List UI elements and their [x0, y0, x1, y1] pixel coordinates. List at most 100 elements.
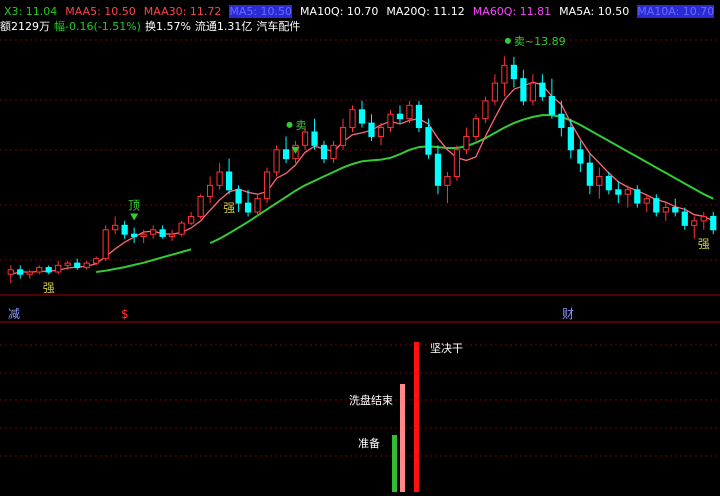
candle-body [406, 104, 413, 120]
candle-body [26, 271, 33, 275]
signal-bar-label: 准备 [358, 436, 380, 450]
candle [225, 158, 233, 195]
candle-body [548, 95, 555, 115]
candle-body [710, 215, 717, 231]
strong-label: 强 [223, 201, 235, 215]
candle-body [501, 64, 508, 84]
candle [615, 180, 622, 204]
header-value: MAA30: 11.72 [143, 5, 222, 18]
candle [311, 118, 318, 150]
candle-body [653, 198, 660, 213]
long-ma-segment [209, 114, 714, 245]
candle-body [358, 109, 366, 124]
candle [567, 118, 574, 159]
candle-body [140, 233, 147, 237]
candle-body [254, 198, 261, 213]
header-value: X3: 11.04 [4, 5, 58, 18]
sell-label: 卖~13.89 [514, 35, 566, 48]
candle-body [624, 189, 631, 195]
signal-bar-label: 坚决干 [430, 342, 463, 355]
candle [150, 225, 157, 239]
candle [510, 56, 518, 88]
candle-body [216, 171, 223, 186]
candle-body [529, 82, 536, 102]
header-value: 流通1.31亿 [194, 20, 253, 33]
candle-body [472, 118, 480, 137]
candle [501, 56, 508, 97]
signal-marker: 强 [223, 201, 235, 215]
candle [339, 118, 347, 150]
candle [282, 136, 290, 164]
candle-body [425, 127, 432, 155]
signal-marker: 顶 [128, 199, 140, 221]
candle-body [510, 64, 518, 80]
candle-body [159, 229, 166, 237]
candle [169, 229, 176, 241]
candle [662, 203, 669, 221]
header-value: MA60Q: 11.81 [472, 5, 552, 18]
candle-body [301, 131, 309, 146]
signal-bar [414, 342, 419, 492]
candle [491, 74, 499, 106]
candle-body [615, 189, 622, 195]
candle [653, 194, 660, 217]
candle [112, 216, 119, 235]
candle [463, 127, 470, 155]
candle-body [662, 207, 669, 213]
candle [387, 109, 394, 132]
candle [216, 163, 223, 190]
candle-body [225, 171, 233, 191]
candle [235, 185, 242, 212]
candle [206, 176, 214, 204]
candle [634, 185, 641, 208]
candle [7, 265, 14, 284]
candle-body [112, 224, 119, 231]
candle [17, 265, 24, 279]
candle-body [64, 262, 71, 266]
candle [102, 225, 109, 261]
candle-body [150, 229, 157, 235]
candle-body [396, 113, 404, 120]
candle [520, 69, 527, 106]
signal-markers: 顶卖卖~13.89强强强 [43, 35, 710, 295]
candle [159, 225, 166, 239]
candle-body [188, 215, 195, 224]
candle [453, 145, 461, 181]
candle [482, 96, 489, 124]
top-label: 顶 [128, 199, 140, 213]
sell-dot-icon [286, 121, 293, 128]
candle [197, 194, 204, 219]
candle [672, 198, 679, 217]
candle [444, 172, 451, 204]
candle [83, 260, 90, 270]
candle [396, 105, 404, 124]
header-value: MA10Q: 10.70 [300, 5, 379, 18]
candle-body [482, 100, 489, 120]
candle-body [453, 149, 461, 177]
candle [548, 78, 555, 119]
candle [330, 140, 337, 164]
candle-body [131, 233, 138, 237]
candle [539, 74, 546, 101]
signal-marker: 强 [43, 281, 55, 295]
candle [415, 100, 423, 132]
candle-body [387, 113, 394, 129]
candle [434, 145, 442, 195]
candle [263, 167, 271, 204]
candle [349, 105, 356, 132]
candle-body [178, 222, 185, 235]
candle-body [244, 202, 252, 213]
candle-body [339, 127, 347, 146]
candle [558, 100, 565, 137]
candle [244, 189, 252, 217]
sell-dot-icon [504, 37, 511, 44]
candle-body [596, 175, 603, 186]
signal-bars: 准备 洗盘结束 坚决干 [349, 342, 463, 492]
event-label: 减 [8, 307, 20, 321]
candle-body [539, 82, 546, 97]
candle-body [197, 195, 204, 217]
candle-body [586, 162, 593, 186]
candle [254, 194, 261, 217]
candle-body [320, 144, 328, 160]
header-value: 汽车配件 [256, 20, 301, 33]
